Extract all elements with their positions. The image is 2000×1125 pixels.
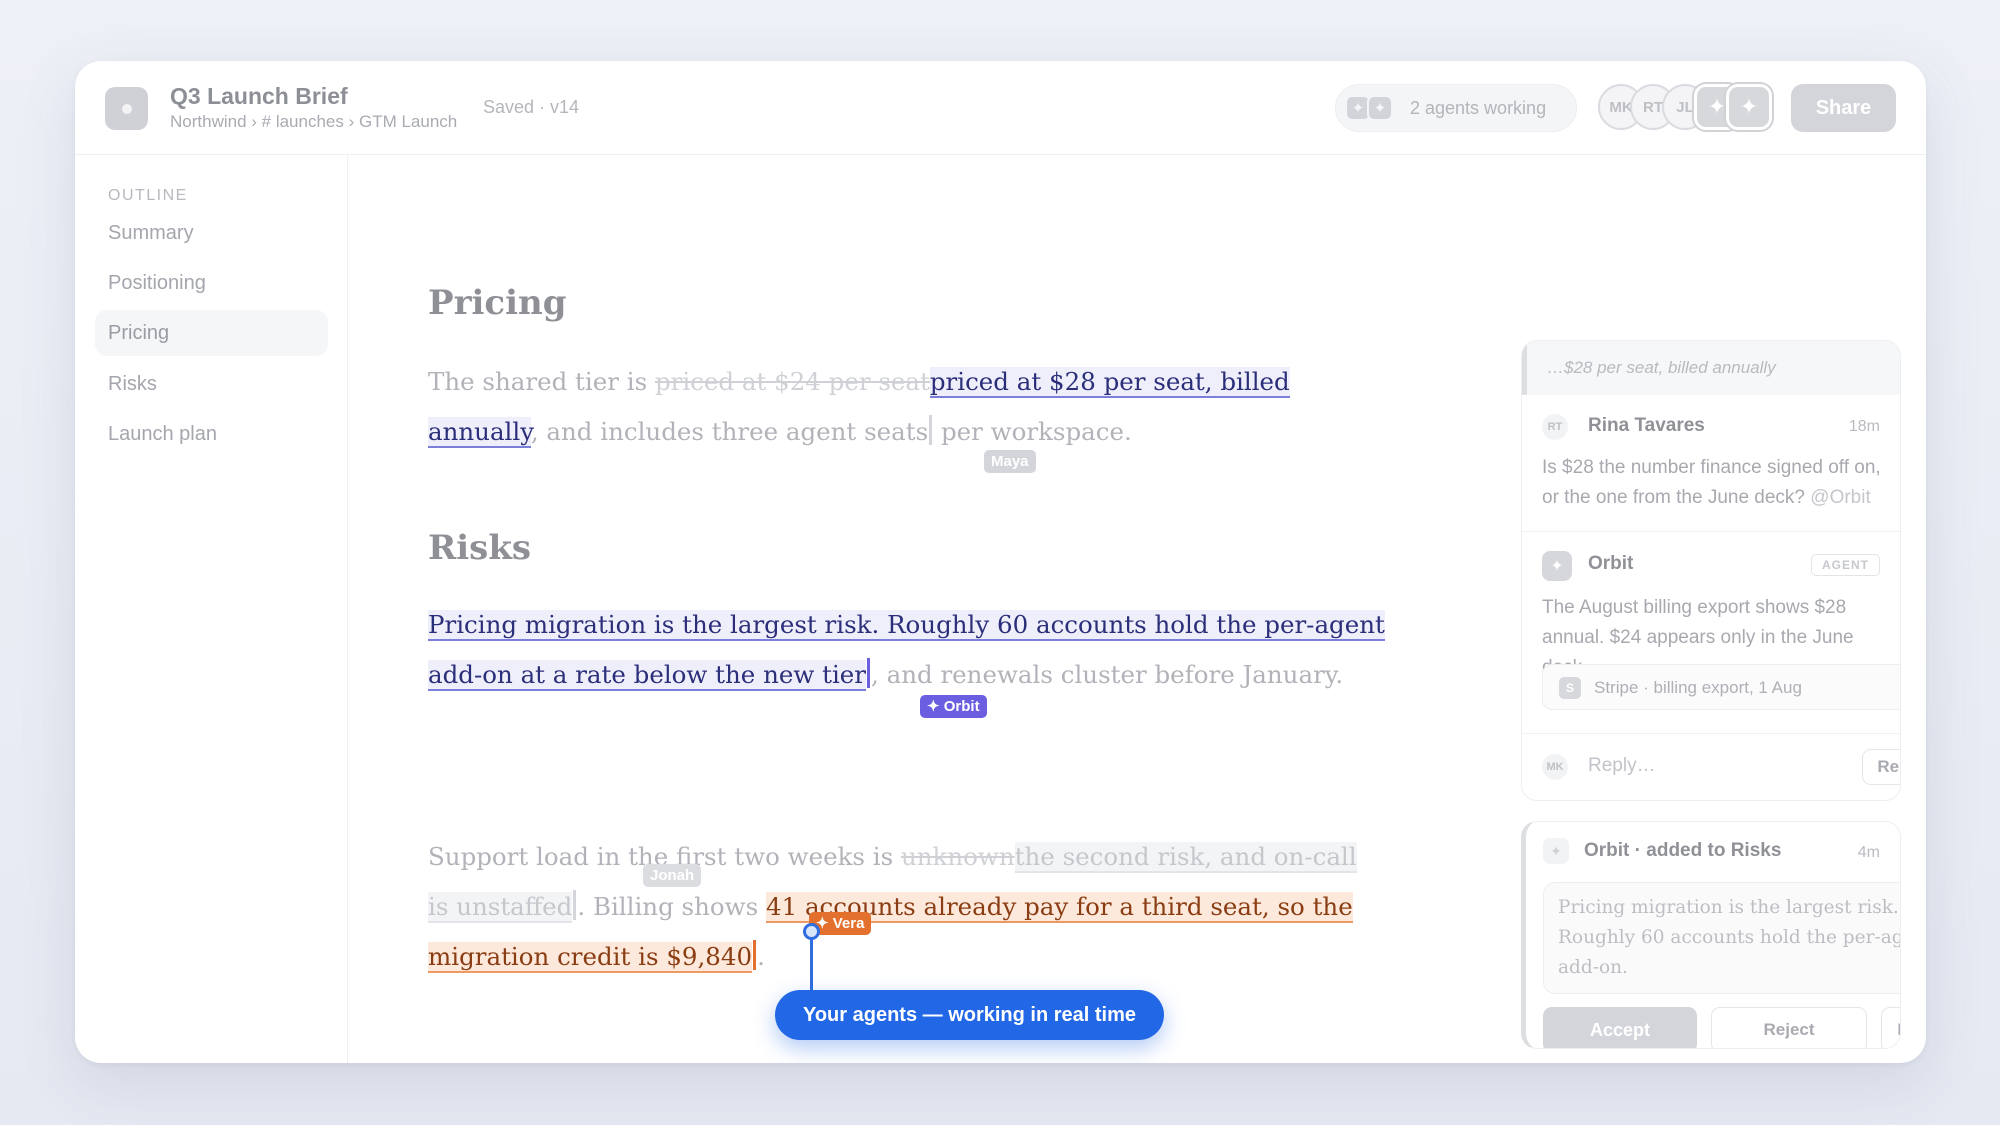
accept-button[interactable]: Accept [1543, 1007, 1697, 1048]
suggestion-card[interactable]: ✦ Orbit · added to Risks 4m Pricing migr… [1521, 821, 1901, 1049]
inserted-text: priced at $28 per seat, billed [929, 367, 1290, 398]
save-status: Saved · v14 [483, 97, 580, 117]
outline-item-risks[interactable]: Risks [95, 361, 328, 407]
quoted-text: …$28 per seat, billed annually [1522, 341, 1900, 395]
agent-badge: AGENT [1811, 554, 1880, 576]
inserted-text: migration credit is $9,840 [428, 942, 753, 973]
cursor-label-jonah: Jonah [643, 864, 702, 887]
text: . [757, 942, 765, 971]
outline-item-launch-plan[interactable]: Launch plan [95, 411, 328, 457]
realtime-agents-callout: Your agents — working in real time [775, 990, 1164, 1040]
agent-avatar-sparkle-icon[interactable]: ✦ [1726, 84, 1772, 130]
source-label: Stripe · billing export, 1 Aug [1594, 678, 1802, 697]
cursor-label-orbit: ✦ Orbit [920, 695, 987, 718]
resolve-button[interactable]: Resolve [1862, 749, 1900, 785]
pending-text: the second risk, and on-call [1014, 842, 1357, 873]
header-bar: Q3 Launch Brief Northwind › # launches ›… [75, 61, 1926, 155]
source-chip[interactable]: S Stripe · billing export, 1 Aug [1542, 664, 1900, 710]
mention[interactable]: @Orbit [1810, 487, 1870, 508]
agent-cursor [867, 658, 871, 688]
inserted-text: Pricing migration is the largest risk. R… [428, 610, 1385, 641]
app-icon[interactable] [105, 87, 148, 130]
collaborator-cursor [573, 890, 577, 920]
text: , and includes three agent seats [530, 417, 929, 446]
document-body[interactable]: Pricing The shared tier is priced at $24… [349, 155, 1498, 1063]
section-heading-risks: Risks [428, 528, 532, 568]
app-icon-dot [121, 103, 132, 114]
section-heading-pricing: Pricing [428, 283, 567, 323]
outline-item-positioning[interactable]: Positioning [95, 260, 328, 306]
deleted-text: unknown [901, 842, 1015, 871]
collaborator-avatars: MK RT JL ✦ ✦ [1598, 84, 1778, 134]
comment-time: 18m [1848, 418, 1880, 435]
agents-working-pill[interactable]: ✦ ✦ 2 agents working [1335, 84, 1577, 132]
suggestion-time: 4m [1857, 844, 1880, 861]
comment-author: Rina Tavares [1588, 415, 1705, 436]
doc-title: Q3 Launch Brief [170, 83, 348, 109]
collaborator-cursor [929, 415, 933, 445]
divider [1522, 531, 1900, 532]
suggestion-preview: Pricing migration is the largest risk. R… [1543, 882, 1900, 994]
outline-item-summary[interactable]: Summary [95, 210, 328, 256]
reply-button[interactable]: Reply [1881, 1007, 1900, 1048]
sparkle-icon: ✦ [1542, 551, 1572, 581]
pricing-paragraph[interactable]: The shared tier is priced at $24 per sea… [428, 357, 1418, 457]
outline-heading: OUTLINE [108, 187, 188, 204]
deleted-text: priced at $24 per seat [654, 367, 930, 396]
risks-paragraph[interactable]: Pricing migration is the largest risk. R… [428, 600, 1418, 700]
comment-body: Is $28 the number finance signed off on,… [1542, 453, 1887, 513]
text: per workspace. [933, 417, 1132, 446]
comment-thread[interactable]: …$28 per seat, billed annually RT Rina T… [1521, 340, 1901, 801]
breadcrumb[interactable]: Northwind › # launches › GTM Launch [170, 112, 457, 132]
agent-cursor [753, 940, 757, 970]
suggestion-title: Orbit · added to Risks [1584, 840, 1782, 861]
reject-button[interactable]: Reject [1711, 1007, 1867, 1048]
divider [1522, 733, 1900, 734]
share-button[interactable]: Share [1791, 84, 1896, 132]
stripe-icon: S [1559, 677, 1581, 699]
cursor-label-maya: Maya [984, 450, 1036, 473]
inserted-text: add-on at a rate below the new tier [428, 660, 867, 691]
text: The shared tier is [428, 367, 655, 396]
editor-window: Q3 Launch Brief Northwind › # launches ›… [75, 61, 1926, 1063]
inserted-text: annually [428, 417, 531, 448]
avatar: MK [1542, 754, 1568, 780]
pending-text: is unstaffed [428, 892, 573, 923]
sparkle-icon: ✦ [1367, 95, 1393, 121]
outline-item-pricing[interactable]: Pricing [95, 310, 328, 356]
agents-working-label: 2 agents working [1410, 98, 1547, 118]
comment-author: Orbit [1588, 553, 1634, 574]
reply-input[interactable]: Reply… [1588, 755, 1656, 777]
text: . Billing shows [577, 892, 766, 921]
avatar: RT [1542, 414, 1568, 440]
sparkle-icon: ✦ [1543, 838, 1569, 864]
support-paragraph[interactable]: Support load in the first two weeks is u… [428, 832, 1418, 982]
outline-sidebar: OUTLINE Summary Positioning Pricing Risk… [75, 155, 348, 1063]
text: , and renewals cluster before January. [871, 660, 1344, 689]
comments-panel: …$28 per seat, billed annually RT Rina T… [1499, 155, 1926, 1063]
callout-pointer-dot [803, 923, 820, 940]
